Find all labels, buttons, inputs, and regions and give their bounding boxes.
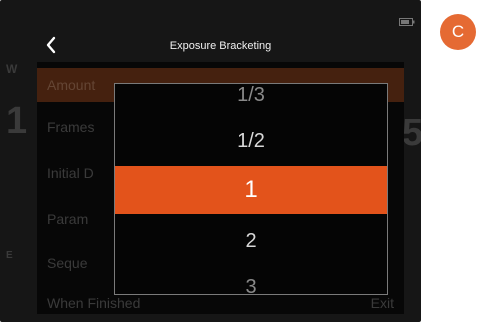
picker-option[interactable]: 2 (115, 226, 387, 256)
battery-icon (399, 18, 415, 26)
camera-body: 1 5 E W Exposure Bracketing Amount Frame… (0, 0, 421, 322)
picker-option[interactable]: 3 (115, 272, 387, 294)
picker-option[interactable]: 1/2 (115, 126, 387, 156)
menu-title: Exposure Bracketing (169, 40, 272, 52)
amount-picker[interactable]: 1/3 1/2 1 2 3 (114, 83, 388, 295)
background-ghost-w: W (6, 62, 18, 76)
corner-letter-badge: C (440, 14, 476, 50)
picker-option[interactable]: 1/3 (115, 84, 387, 110)
picker-option-selected[interactable]: 1 (115, 166, 387, 214)
menu-screen: Exposure Bracketing Amount Frames Initia… (37, 30, 404, 314)
background-ghost-left: 1 (6, 100, 28, 142)
background-ghost-right: 5 (402, 112, 421, 154)
menu-header: Exposure Bracketing (37, 30, 404, 62)
background-ghost-e: E (6, 250, 13, 261)
